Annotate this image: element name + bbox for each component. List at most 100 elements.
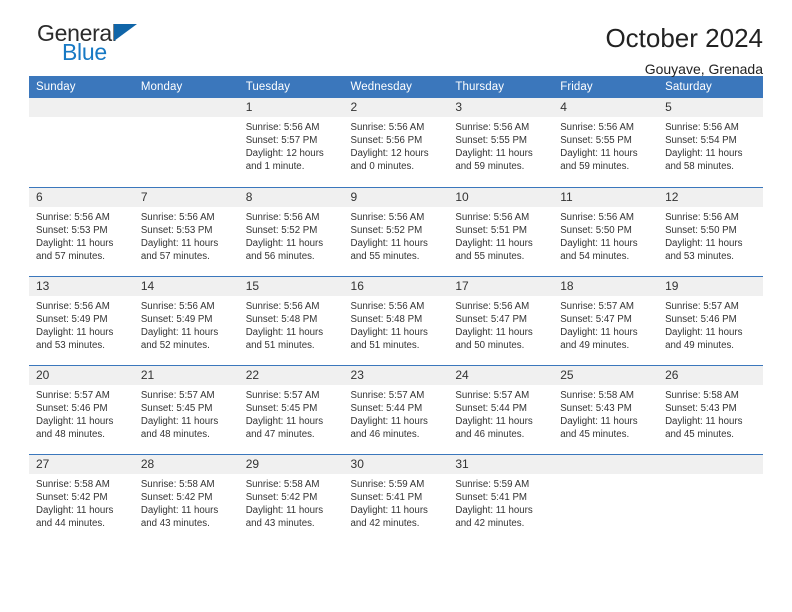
day-number: 15 [238, 276, 344, 296]
sunset-text: Sunset: 5:42 PM [36, 491, 108, 503]
calendar-day-cell[interactable]: 1 Sunrise: 5:56 AM Sunset: 5:57 PM Daylight… [238, 98, 344, 187]
title-block: October 2024 Gouyave, Grenada [605, 22, 763, 77]
day-cell-inner: 24 Sunrise: 5:57 AM Sunset: 5:44 PM Dayligh… [448, 365, 554, 454]
calendar-day-cell[interactable]: 10 Sunrise: 5:56 AM Sunset: 5:51 PM Dayligh… [448, 186, 554, 276]
calendar-day-cell[interactable]: 31 Sunrise: 5:59 AM Sunset: 5:41 PM Dayligh… [448, 453, 554, 543]
day-cell-inner: 10 Sunrise: 5:56 AM Sunset: 5:51 PM Dayligh… [448, 187, 554, 276]
calendar-day-cell[interactable]: 5 Sunrise: 5:56 AM Sunset: 5:54 PM Daylight… [658, 98, 763, 187]
calendar-day-cell[interactable]: 3 Sunrise: 5:56 AM Sunset: 5:55 PM Daylight… [448, 98, 554, 187]
day-details: Sunrise: 5:57 AM Sunset: 5:46 PM Daylight:… [658, 295, 763, 365]
calendar-day-cell[interactable]: 30 Sunrise: 5:59 AM Sunset: 5:41 PM Dayligh… [343, 453, 449, 543]
day-number: 12 [658, 187, 763, 207]
day-cell-inner: 15 Sunrise: 5:56 AM Sunset: 5:48 PM Dayligh… [238, 276, 344, 365]
calendar-day-cell[interactable]: 13 Sunrise: 5:56 AM Sunset: 5:49 PM Dayligh… [29, 275, 134, 365]
calendar-day-cell[interactable]: 7 Sunrise: 5:56 AM Sunset: 5:53 PM Daylight… [133, 186, 239, 276]
sunset-text: Sunset: 5:43 PM [560, 402, 632, 414]
calendar-day-cell[interactable]: 16 Sunrise: 5:56 AM Sunset: 5:48 PM Dayligh… [343, 275, 449, 365]
calendar-day-cell[interactable]: 26 Sunrise: 5:58 AM Sunset: 5:43 PM Dayligh… [658, 364, 763, 454]
daylight-line2-text: and 48 minutes. [140, 428, 210, 440]
calendar-day-cell[interactable]: 21 Sunrise: 5:57 AM Sunset: 5:45 PM Dayligh… [133, 364, 239, 454]
calendar-week-row: 20 Sunrise: 5:57 AM Sunset: 5:46 PM Dayligh… [29, 364, 763, 454]
day-details: Sunrise: 5:56 AM Sunset: 5:49 PM Daylight:… [29, 295, 134, 365]
page-header: General Blue October 2024 Gouyave, Grena… [29, 0, 763, 77]
sunrise-text: Sunrise: 5:57 AM [560, 300, 634, 312]
daylight-line2-text: and 51 minutes. [245, 339, 315, 351]
calendar-day-cell[interactable]: 22 Sunrise: 5:57 AM Sunset: 5:45 PM Dayligh… [238, 364, 344, 454]
calendar-day-cell[interactable]: 2 Sunrise: 5:56 AM Sunset: 5:56 PM Daylight… [343, 98, 449, 187]
sunset-text: Sunset: 5:50 PM [560, 224, 632, 236]
calendar-day-cell[interactable]: 4 Sunrise: 5:56 AM Sunset: 5:55 PM Daylight… [553, 98, 659, 187]
sunset-text: Sunset: 5:47 PM [560, 313, 632, 325]
day-number: 22 [238, 365, 344, 385]
generalblue-logo[interactable]: General Blue [29, 22, 141, 72]
daylight-line1-text: Daylight: 11 hours [350, 326, 428, 338]
day-cell-inner: 25 Sunrise: 5:58 AM Sunset: 5:43 PM Dayligh… [553, 365, 659, 454]
daylight-line2-text: and 43 minutes. [140, 517, 210, 529]
day-details: Sunrise: 5:58 AM Sunset: 5:43 PM Daylight:… [553, 384, 659, 454]
sunset-text: Sunset: 5:46 PM [665, 313, 737, 325]
day-details [553, 473, 659, 543]
calendar-day-cell[interactable]: 14 Sunrise: 5:56 AM Sunset: 5:49 PM Dayligh… [133, 275, 239, 365]
calendar-day-cell[interactable]: 9 Sunrise: 5:56 AM Sunset: 5:52 PM Daylight… [343, 186, 449, 276]
sunset-text: Sunset: 5:53 PM [36, 224, 108, 236]
calendar-day-cell[interactable]: 28 Sunrise: 5:58 AM Sunset: 5:42 PM Dayligh… [133, 453, 239, 543]
calendar-day-cell[interactable]: 24 Sunrise: 5:57 AM Sunset: 5:44 PM Dayligh… [448, 364, 554, 454]
daylight-line2-text: and 52 minutes. [140, 339, 210, 351]
calendar-day-cell[interactable]: 27 Sunrise: 5:58 AM Sunset: 5:42 PM Dayligh… [29, 453, 134, 543]
calendar-day-cell[interactable]: 23 Sunrise: 5:57 AM Sunset: 5:44 PM Dayligh… [343, 364, 449, 454]
sunrise-text: Sunrise: 5:56 AM [455, 300, 530, 312]
daylight-line2-text: and 55 minutes. [350, 250, 420, 262]
day-cell-inner: 7 Sunrise: 5:56 AM Sunset: 5:53 PM Daylight… [133, 187, 239, 276]
sunset-text: Sunset: 5:48 PM [350, 313, 423, 325]
day-cell-inner: 20 Sunrise: 5:57 AM Sunset: 5:46 PM Dayligh… [29, 365, 134, 454]
day-details: Sunrise: 5:56 AM Sunset: 5:52 PM Daylight:… [343, 206, 449, 276]
calendar-week-row: 13 Sunrise: 5:56 AM Sunset: 5:49 PM Dayligh… [29, 275, 763, 365]
daylight-line2-text: and 43 minutes. [245, 517, 315, 529]
daylight-line1-text: Daylight: 11 hours [140, 415, 219, 427]
sunrise-text: Sunrise: 5:56 AM [350, 211, 425, 223]
sunset-text: Sunset: 5:46 PM [36, 402, 108, 414]
daylight-line2-text: and 0 minutes. [350, 161, 415, 173]
daylight-line1-text: Daylight: 11 hours [560, 148, 638, 160]
daylight-line2-text: and 59 minutes. [455, 161, 525, 173]
day-cell-inner: 26 Sunrise: 5:58 AM Sunset: 5:43 PM Dayligh… [658, 365, 763, 454]
day-number: 21 [133, 365, 239, 385]
daylight-line2-text: and 49 minutes. [560, 339, 630, 351]
weekday-header-friday: Friday [553, 76, 659, 98]
calendar-day-cell[interactable]: 29 Sunrise: 5:58 AM Sunset: 5:42 PM Dayligh… [238, 453, 344, 543]
sunset-text: Sunset: 5:55 PM [455, 135, 527, 147]
daylight-line2-text: and 46 minutes. [350, 428, 420, 440]
calendar-day-cell[interactable]: 6 Sunrise: 5:56 AM Sunset: 5:53 PM Daylight… [29, 186, 134, 276]
day-number: 13 [29, 276, 134, 296]
calendar-day-cell[interactable]: 20 Sunrise: 5:57 AM Sunset: 5:46 PM Dayligh… [29, 364, 134, 454]
day-number: 27 [29, 454, 134, 474]
calendar-page: General Blue October 2024 Gouyave, Grena… [0, 0, 792, 612]
sunrise-text: Sunrise: 5:56 AM [455, 211, 530, 223]
day-details [29, 117, 134, 187]
daylight-line2-text: and 48 minutes. [36, 428, 105, 440]
sunset-text: Sunset: 5:57 PM [245, 135, 318, 147]
weekday-header-tuesday: Tuesday [238, 76, 344, 98]
day-number: 17 [448, 276, 554, 296]
calendar-day-cell[interactable]: 11 Sunrise: 5:56 AM Sunset: 5:50 PM Dayligh… [553, 186, 659, 276]
calendar-day-cell[interactable]: 17 Sunrise: 5:56 AM Sunset: 5:47 PM Dayligh… [448, 275, 554, 365]
calendar-day-cell[interactable]: 12 Sunrise: 5:56 AM Sunset: 5:50 PM Dayligh… [658, 186, 763, 276]
day-cell-inner: 1 Sunrise: 5:56 AM Sunset: 5:57 PM Daylight… [238, 98, 344, 187]
day-details: Sunrise: 5:58 AM Sunset: 5:42 PM Daylight:… [29, 473, 134, 543]
daylight-line2-text: and 59 minutes. [560, 161, 630, 173]
calendar-day-cell[interactable]: 8 Sunrise: 5:56 AM Sunset: 5:52 PM Daylight… [238, 186, 344, 276]
day-cell-inner: 13 Sunrise: 5:56 AM Sunset: 5:49 PM Dayligh… [29, 276, 134, 365]
day-cell-inner: 21 Sunrise: 5:57 AM Sunset: 5:45 PM Dayligh… [133, 365, 239, 454]
day-number: 1 [238, 98, 344, 117]
daylight-line1-text: Daylight: 11 hours [36, 326, 114, 338]
sunset-text: Sunset: 5:54 PM [665, 135, 737, 147]
calendar-day-cell[interactable]: 18 Sunrise: 5:57 AM Sunset: 5:47 PM Dayligh… [553, 275, 659, 365]
calendar-day-cell[interactable]: 15 Sunrise: 5:56 AM Sunset: 5:48 PM Dayligh… [238, 275, 344, 365]
calendar-day-cell[interactable]: 25 Sunrise: 5:58 AM Sunset: 5:43 PM Dayligh… [553, 364, 659, 454]
day-number: 25 [553, 365, 659, 385]
weekday-header-thursday: Thursday [448, 76, 554, 98]
daylight-line1-text: Daylight: 11 hours [140, 326, 219, 338]
calendar-day-cell[interactable]: 19 Sunrise: 5:57 AM Sunset: 5:46 PM Dayligh… [658, 275, 763, 365]
daylight-line2-text: and 55 minutes. [455, 250, 525, 262]
weekday-headers: Sunday Monday Tuesday Wednesday Thursday Frid… [29, 76, 763, 98]
